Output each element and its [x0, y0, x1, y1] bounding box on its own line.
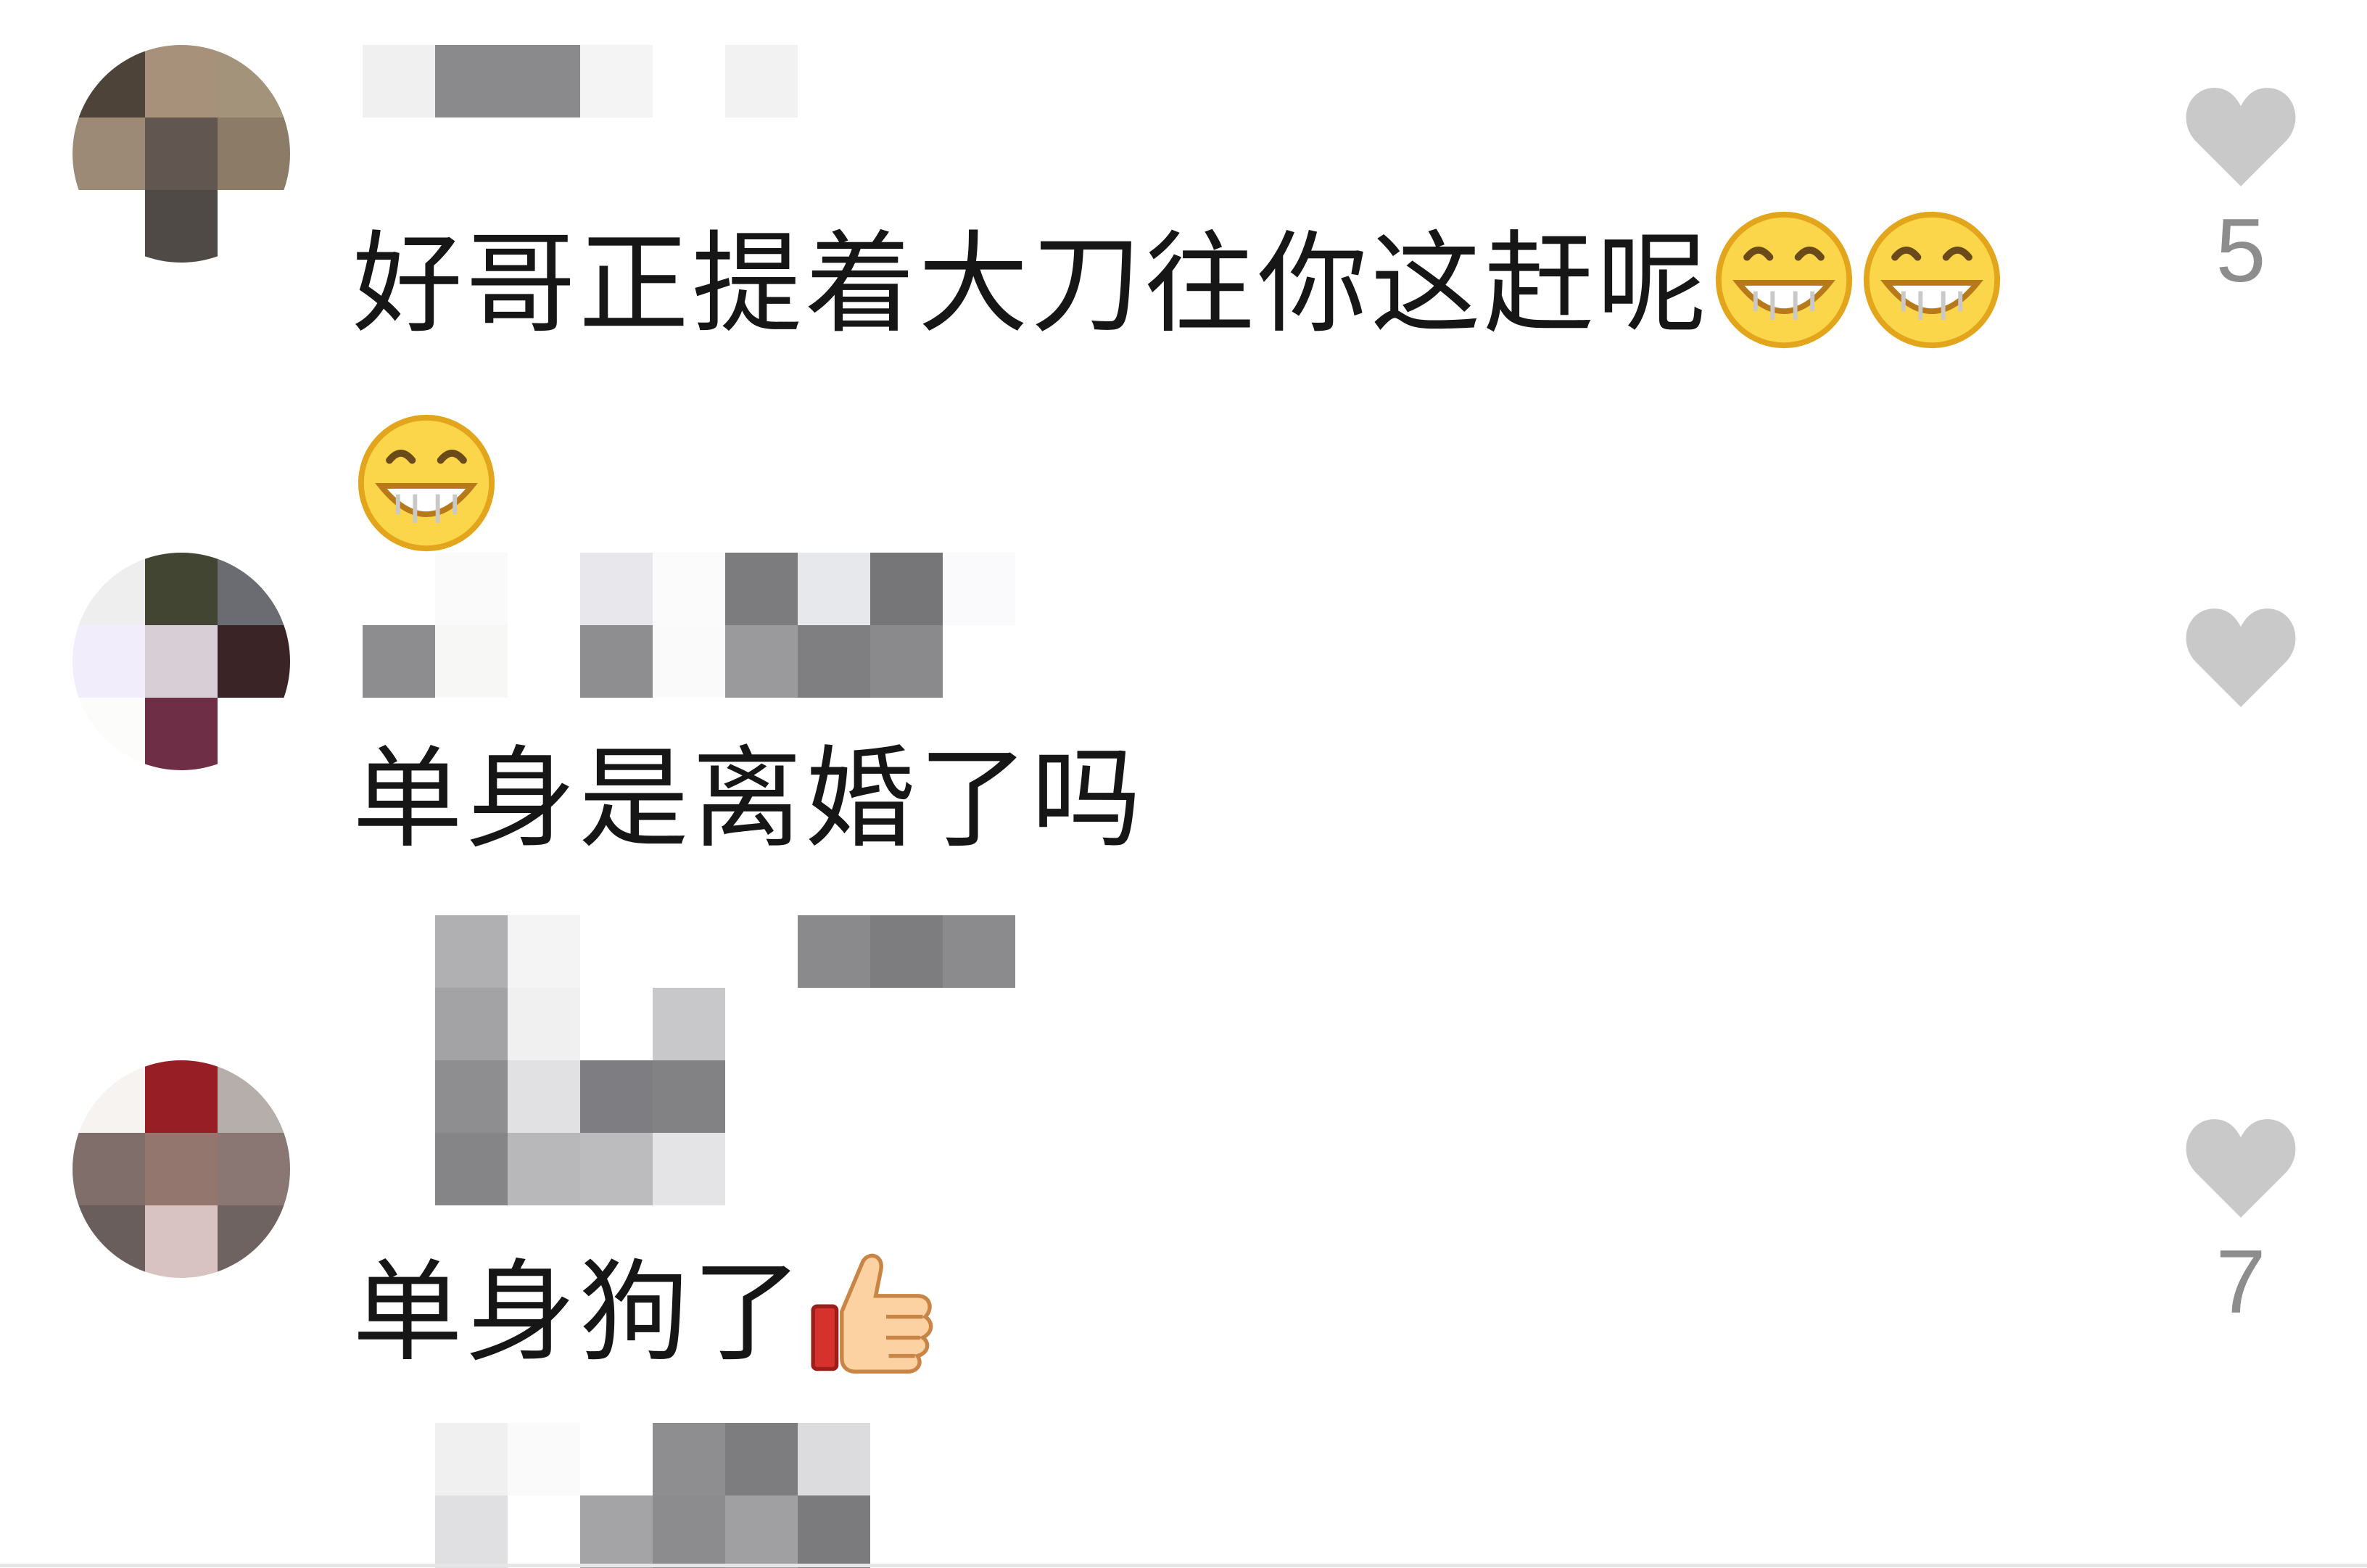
- comment-text: 单身狗了: [352, 1226, 2020, 1429]
- avatar[interactable]: [73, 553, 290, 770]
- like-button[interactable]: 5: [2168, 86, 2313, 302]
- heart-icon: [2186, 1119, 2296, 1218]
- username[interactable]: [435, 915, 1160, 1205]
- avatar[interactable]: [73, 45, 290, 263]
- grin-emoji: [1861, 209, 2003, 400]
- heart-icon: [2186, 608, 2296, 707]
- heart-icon: [2186, 88, 2296, 186]
- comment-text: 好哥正提着大刀往你这赶呢: [352, 197, 2020, 603]
- thumbs-up-emoji: [808, 1249, 938, 1429]
- like-button[interactable]: 7: [2168, 1117, 2313, 1333]
- comment-text-content: 单身是离婚了吗: [352, 735, 1144, 863]
- username[interactable]: [363, 45, 1088, 117]
- username[interactable]: [435, 1423, 1160, 1568]
- avatar[interactable]: [73, 1060, 290, 1278]
- like-button[interactable]: [2168, 606, 2313, 721]
- grin-emoji: [1713, 209, 1855, 400]
- comment-text-content: 单身狗了: [352, 1248, 805, 1377]
- comment-text: 单身是离婚了吗: [352, 712, 2020, 886]
- like-count: 5: [2215, 201, 2266, 301]
- comment-text-content: 好哥正提着大刀往你这赶呢: [352, 220, 1710, 348]
- divider: [0, 1564, 2367, 1567]
- like-count: 7: [2215, 1232, 2266, 1332]
- username[interactable]: [363, 553, 1088, 698]
